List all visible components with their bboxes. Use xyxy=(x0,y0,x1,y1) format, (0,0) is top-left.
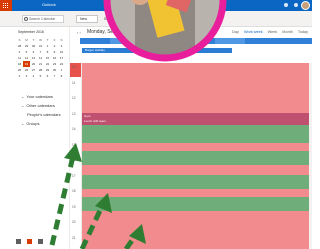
mini-calendar-day[interactable]: 7 xyxy=(51,73,58,79)
hour-label: 10 xyxy=(72,65,76,69)
hour-label: 18 xyxy=(72,189,76,193)
event-block[interactable] xyxy=(82,197,309,211)
chevron-down-icon: ⌄ xyxy=(21,121,25,126)
hour-label: 21 xyxy=(72,235,76,240)
calendar-group-other[interactable]: ⌄ Other calendars xyxy=(21,103,55,108)
view-switcher: Day Work week Week Month Today xyxy=(232,30,308,34)
event-block[interactable] xyxy=(82,125,309,143)
event-block[interactable] xyxy=(82,165,309,175)
event-block[interactable] xyxy=(82,143,309,151)
help-icon[interactable] xyxy=(294,3,298,7)
event-block[interactable] xyxy=(82,211,309,249)
event-title: Gym xyxy=(84,114,91,118)
mini-calendar-title: September 2016 xyxy=(18,30,44,34)
left-nav: September 2016 S M T W T F S 28 29 30 31 1 2 3 4 5 6 7 8 9 1… xyxy=(12,27,70,249)
app-title: Outlook xyxy=(42,2,56,7)
view-today[interactable]: Today xyxy=(298,30,308,34)
mini-calendar-day[interactable]: 4 xyxy=(30,73,37,79)
calendar-group-label: Groups xyxy=(26,121,40,126)
vertical-scrollbar[interactable] xyxy=(309,63,312,249)
view-work-week[interactable]: Work week xyxy=(244,30,263,34)
all-day-event[interactable]: Burger Holiday xyxy=(82,48,232,53)
share-button-label: Share xyxy=(104,17,114,21)
day-header-segment xyxy=(110,38,150,44)
top-icons xyxy=(284,3,298,7)
nav-arrows[interactable]: ‹ › xyxy=(77,30,81,35)
view-month[interactable]: Month xyxy=(282,30,293,34)
search-input[interactable]: Search Calendar xyxy=(22,15,64,23)
date-title: Monday, Septem xyxy=(87,29,125,35)
search-icon xyxy=(24,17,28,21)
app-bar: Outlook xyxy=(0,0,312,11)
event-block[interactable] xyxy=(82,189,309,197)
hour-label: 20 xyxy=(72,220,76,224)
view-week[interactable]: Week xyxy=(268,30,278,34)
mini-calendar-day[interactable]: 2 xyxy=(16,73,23,79)
hour-label: 15 xyxy=(72,142,76,147)
time-column: 10 11 12 13 14 15 16 17 18 19 20 21 xyxy=(70,63,82,249)
chevron-down-icon: ⌄ xyxy=(21,103,25,108)
calendar-group-groups[interactable]: ⌄ Groups xyxy=(21,121,39,126)
time-grid: Gym Lunch with team xyxy=(82,63,309,249)
hour-label: 19 xyxy=(72,204,76,209)
hour-label: 13 xyxy=(72,111,76,116)
mail-icon[interactable] xyxy=(16,239,21,244)
view-day[interactable]: Day xyxy=(232,30,239,34)
calendar-view: ‹ › Monday, Septem Day Work week Week Mo… xyxy=(70,27,312,249)
calendar-group-label: Other calendars xyxy=(26,103,55,108)
waffle-icon[interactable] xyxy=(0,0,12,11)
event-subtitle: Lunch with team xyxy=(84,119,106,123)
hour-label: 16 xyxy=(72,158,76,162)
hour-label: 12 xyxy=(72,96,76,100)
hour-label: 11 xyxy=(72,80,76,85)
event-block[interactable]: Gym Lunch with team xyxy=(82,113,309,125)
day-header-bar xyxy=(80,38,312,44)
hour-label: 17 xyxy=(72,173,76,178)
calendar-group-label: People's calendars xyxy=(27,112,61,117)
people-icon[interactable] xyxy=(38,239,43,244)
calendar-group-your[interactable]: ⌄ Your calendars xyxy=(21,94,53,99)
event-block[interactable] xyxy=(82,151,309,165)
new-button-label: New xyxy=(80,17,88,21)
bottom-nav-icons xyxy=(16,239,43,244)
day-header-segment xyxy=(215,38,245,44)
mini-calendar-day[interactable]: 5 xyxy=(37,73,44,79)
calendar-group-label: Your calendars xyxy=(26,94,53,99)
avatar[interactable] xyxy=(301,1,310,10)
share-button[interactable]: Share xyxy=(104,15,113,23)
settings-icon[interactable] xyxy=(284,3,288,7)
hour-label: 14 xyxy=(72,127,76,131)
mini-calendar-day[interactable]: 8 xyxy=(58,73,65,79)
mini-calendar-day[interactable]: 6 xyxy=(44,73,51,79)
event-block[interactable] xyxy=(82,63,309,113)
outlook-calendar-window: Outlook Search Calendar New Share Septem… xyxy=(0,0,312,249)
search-placeholder: Search Calendar xyxy=(29,17,56,21)
mini-calendar-day[interactable]: 3 xyxy=(23,73,30,79)
command-bar: Search Calendar New Share xyxy=(0,11,312,27)
event-block[interactable] xyxy=(82,175,309,189)
calendar-icon[interactable] xyxy=(27,239,32,244)
calendar-group-people[interactable]: People's calendars xyxy=(27,112,61,117)
new-button[interactable]: New xyxy=(76,15,98,23)
mini-calendar: S M T W T F S 28 29 30 31 1 2 3 4 5 6 7 8 9 10 11 12 13 14 15 16 17… xyxy=(16,37,65,79)
chevron-down-icon: ⌄ xyxy=(21,94,25,99)
